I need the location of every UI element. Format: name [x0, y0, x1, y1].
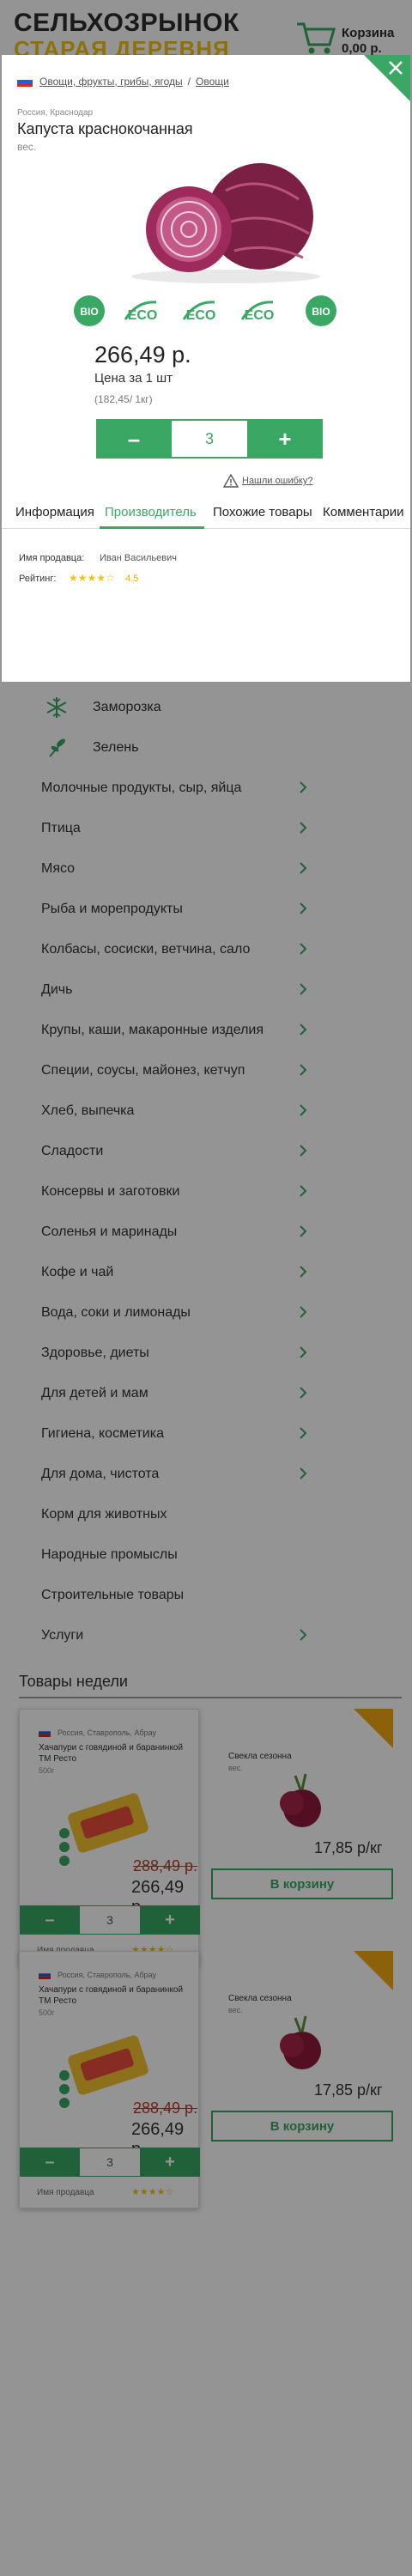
price-per-unit: Цена за 1 шт — [94, 371, 173, 386]
quantity-stepper: – 3 + — [96, 419, 323, 459]
product-title: Капуста краснокочанная — [17, 120, 193, 137]
close-icon[interactable] — [364, 55, 410, 101]
bio-badge-icon: BIO — [306, 295, 336, 326]
increment-button[interactable]: + — [247, 419, 323, 459]
tab-similar-products[interactable]: Похожие товары — [213, 505, 312, 519]
red-cabbage-image — [131, 163, 320, 283]
seller-label: Имя продавца: — [19, 553, 85, 563]
tab-producer[interactable]: Производитель — [105, 505, 197, 519]
report-error-label: Нашли ошибку? — [242, 476, 313, 486]
svg-text:ECO: ECO — [128, 308, 158, 323]
eco-badge-icon: ECO — [240, 301, 275, 323]
eco-badge-icon: ECO — [124, 301, 158, 323]
product-price: 266,49 р. — [94, 342, 191, 368]
svg-text:ECO: ECO — [186, 308, 216, 323]
decrement-button[interactable]: – — [96, 419, 172, 459]
active-tab-indicator — [100, 526, 204, 529]
svg-text:BIO: BIO — [80, 306, 98, 318]
eco-badge-icon: ECO — [182, 301, 216, 323]
bio-badge-icon: BIO — [74, 295, 105, 326]
breadcrumb-link[interactable]: Овощи, фрукты, грибы, ягоды — [39, 76, 183, 88]
product-region: Россия, Краснодар — [17, 108, 94, 118]
breadcrumb-link[interactable]: Овощи — [196, 76, 229, 88]
svg-text:ECO: ECO — [245, 308, 275, 323]
russia-flag-icon — [17, 76, 33, 87]
warning-icon — [223, 474, 239, 488]
quantity-value[interactable]: 3 — [172, 419, 247, 459]
rating-value: 4.5 — [125, 574, 139, 584]
breadcrumb-separator: / — [187, 76, 191, 88]
product-unit: вес. — [17, 141, 37, 153]
report-error-link[interactable]: Нашли ошибку? — [223, 474, 312, 488]
price-per-kg: (182,45/ 1кг) — [94, 393, 153, 405]
certification-badges: BIO ECO ECO ECO BIO — [74, 295, 336, 326]
seller-name[interactable]: Иван Васильевич — [100, 553, 177, 563]
product-tabs: Информация Производитель Похожие товары … — [2, 496, 410, 529]
tab-comments[interactable]: Комментарии — [323, 505, 403, 519]
tab-information[interactable]: Информация — [15, 505, 94, 519]
rating-label: Рейтинг: — [19, 574, 57, 584]
rating-stars: ★★★★☆ — [69, 572, 115, 584]
product-modal: Овощи, фрукты, грибы, ягоды / Овощи Росс… — [2, 55, 410, 682]
svg-text:BIO: BIO — [312, 306, 330, 318]
breadcrumb: Овощи, фрукты, грибы, ягоды / Овощи — [17, 76, 229, 88]
